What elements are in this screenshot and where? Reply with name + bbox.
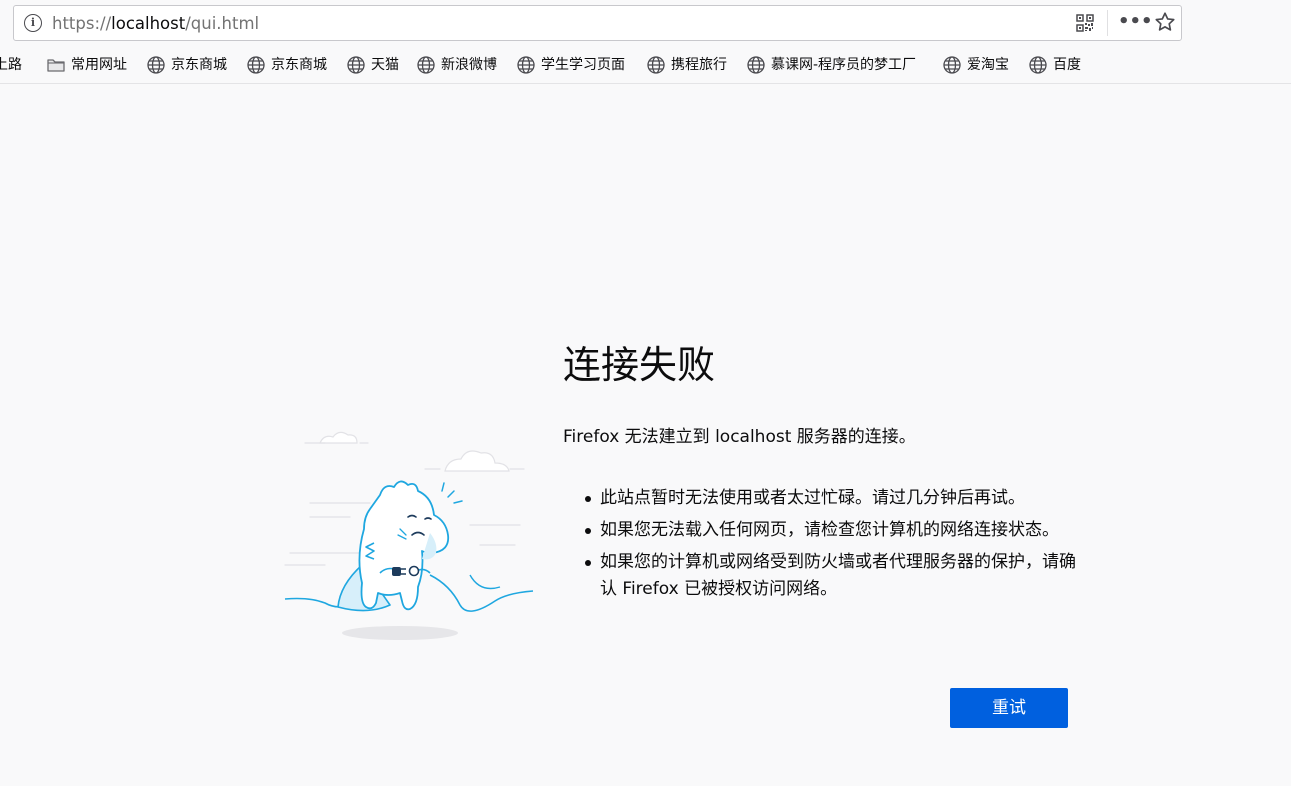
qr-code-icon[interactable] — [1076, 14, 1094, 32]
error-description: Firefox 无法建立到 localhost 服务器的连接。 — [563, 427, 916, 447]
globe-icon — [247, 56, 265, 74]
bookmark-label: 常用网址 — [71, 57, 127, 73]
retry-button[interactable]: 重试 — [950, 688, 1068, 728]
address-bar-divider — [1107, 10, 1108, 36]
bookmark-label: 百度 — [1053, 57, 1081, 73]
bookmark-label: 慕课网-程序员的梦工厂 — [771, 57, 917, 73]
globe-icon — [943, 56, 961, 74]
bookmark-label: 携程旅行 — [671, 57, 727, 73]
list-item: 如果您无法载入任何网页，请检查您计算机的网络连接状态。 — [585, 517, 1080, 544]
bookmark-label: 京东商城 — [271, 57, 327, 73]
url-text[interactable]: https://localhost/qui.html — [52, 12, 259, 36]
site-info-icon[interactable]: i — [24, 14, 42, 32]
bookmark-label: 新浪微博 — [441, 57, 497, 73]
globe-icon — [1029, 56, 1047, 74]
list-item: 此站点暂时无法使用或者太过忙碌。请过几分钟后再试。 — [585, 485, 1080, 512]
error-title: 连接失败 — [563, 343, 716, 387]
globe-icon — [347, 56, 365, 74]
bookmarks-toolbar: 常用网址 京东商城 京东商城 天猫 新浪微博 学生学习页面 携程旅行 慕课网-程… — [0, 52, 1291, 78]
folder-icon — [47, 59, 65, 72]
globe-icon — [417, 56, 435, 74]
globe-icon — [147, 56, 165, 74]
bookmark-label: 天猫 — [371, 57, 399, 73]
globe-icon — [647, 56, 665, 74]
url-host: localhost — [111, 14, 186, 33]
bookmark-label: 京东商城 — [171, 57, 227, 73]
address-bar[interactable]: i https://localhost/qui.html ••• — [13, 5, 1182, 41]
globe-icon — [747, 56, 765, 74]
bookmark-label: 爱淘宝 — [967, 57, 1009, 73]
error-reasons-list: 此站点暂时无法使用或者太过忙碌。请过几分钟后再试。 如果您无法载入任何网页，请检… — [585, 485, 1080, 608]
globe-icon — [517, 56, 535, 74]
url-path: /qui.html — [185, 14, 260, 33]
browser-toolbar: i https://localhost/qui.html ••• 上路 常用网址… — [0, 0, 1291, 84]
disconnected-dinosaur-illustration — [284, 431, 534, 640]
bookmark-star-icon[interactable] — [1154, 11, 1176, 33]
list-item: 如果您的计算机或网络受到防火墙或者代理服务器的保护，请确认 Firefox 已被… — [585, 549, 1080, 603]
page-actions-icon[interactable]: ••• — [1118, 10, 1153, 36]
bookmark-label: 学生学习页面 — [541, 57, 625, 73]
url-prefix: https:// — [52, 14, 112, 33]
